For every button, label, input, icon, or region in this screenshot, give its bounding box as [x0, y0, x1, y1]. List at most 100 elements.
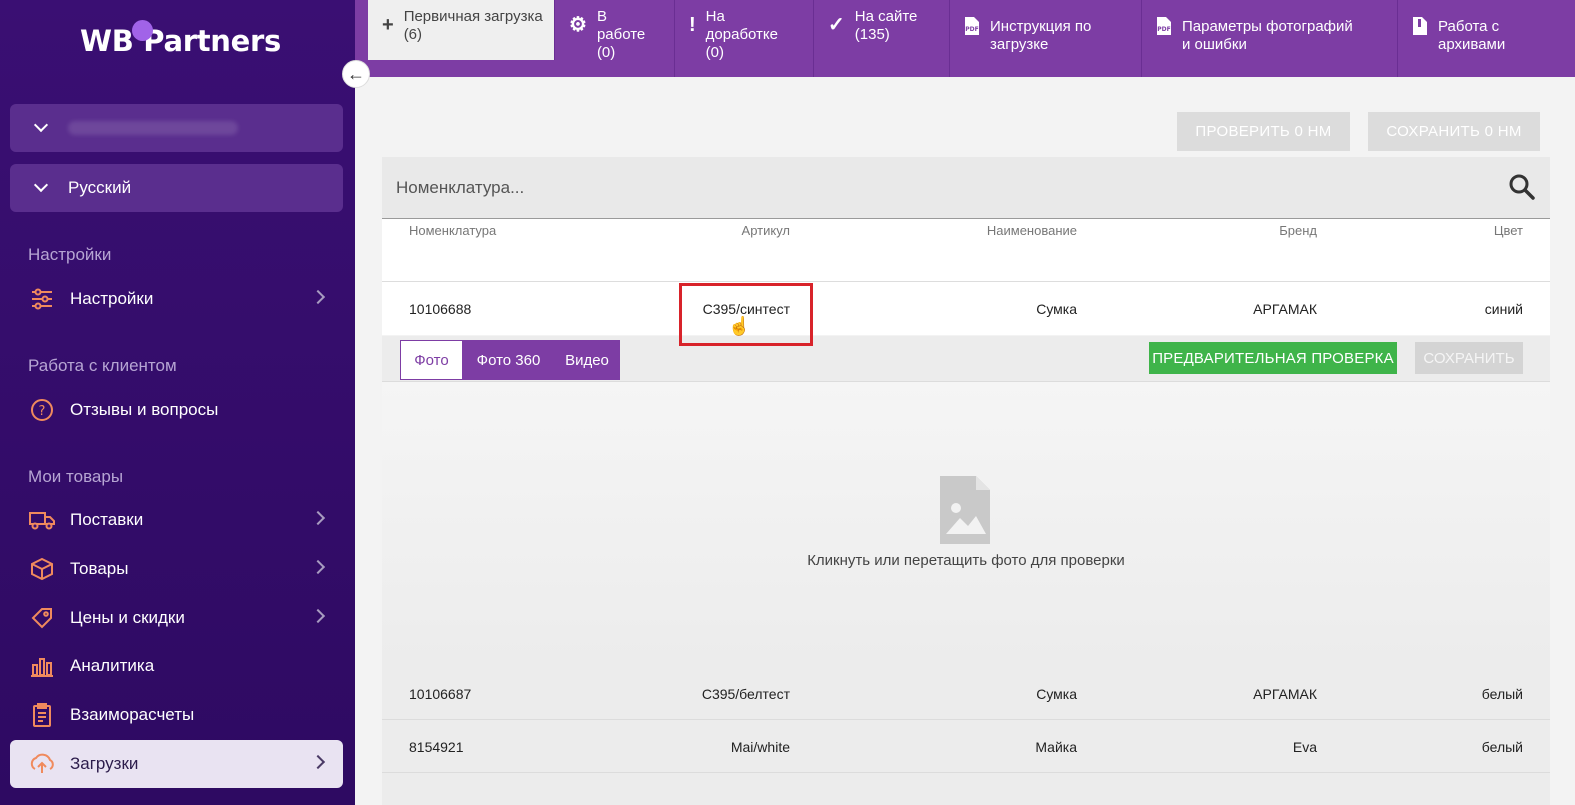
- collapse-sidebar-button[interactable]: ←: [342, 60, 370, 88]
- sidebar-item-uploads[interactable]: Загрузки: [10, 740, 343, 788]
- tab-video[interactable]: Видео: [554, 340, 620, 380]
- cell-article: Mai/white: [730, 739, 790, 755]
- svg-text:?: ?: [39, 404, 46, 419]
- arrow-left-icon: ←: [347, 63, 365, 84]
- account-name-blurred: [68, 121, 238, 135]
- table-row-partial: [382, 773, 1550, 805]
- archive-icon: [1412, 16, 1428, 39]
- sidebar-item-label: Загрузки: [70, 754, 139, 773]
- exclamation-icon: !: [689, 14, 696, 36]
- header-color[interactable]: Цвет: [1494, 223, 1523, 238]
- cell-nomenclature: 8154921: [409, 739, 464, 755]
- tab-label: На сайте (135): [854, 8, 918, 43]
- tab-photo[interactable]: Фото: [400, 340, 463, 380]
- tab-primary-upload[interactable]: + Первичная загрузка (6): [368, 0, 555, 60]
- tab-upload-instructions[interactable]: PDF Инструкция по загрузке: [950, 0, 1142, 77]
- section-title-clients: Работа с клиентом: [28, 356, 177, 375]
- table-row[interactable]: 10106687 С395/белтест Сумка АРГАМАК белы…: [382, 667, 1550, 720]
- logo-dot: [132, 20, 153, 41]
- chevron-right-icon: [310, 289, 326, 305]
- sidebar-item-goods[interactable]: Товары: [10, 545, 343, 593]
- table-row[interactable]: 10106688 С395/синтест Сумка АРГАМАК сини…: [382, 282, 1550, 335]
- svg-text:PDF: PDF: [1157, 26, 1170, 33]
- tab-label: Инструкция по загрузке: [990, 18, 1092, 53]
- logo: WB Partners: [80, 24, 281, 58]
- language-select[interactable]: Русский: [10, 164, 343, 212]
- sidebar: WB Partners Русский Настройки Настройки …: [0, 0, 355, 805]
- precheck-button[interactable]: ПРЕДВАРИТЕЛЬНАЯ ПРОВЕРКА: [1149, 342, 1397, 374]
- save-button[interactable]: СОХРАНИТЬ: [1415, 342, 1523, 374]
- sidebar-item-prices[interactable]: Цены и скидки: [10, 594, 343, 642]
- sidebar-item-label: Товары: [70, 559, 129, 578]
- header-nomenclature[interactable]: Номенклатура: [409, 223, 496, 238]
- cell-nomenclature: 10106688: [409, 301, 472, 317]
- hand-cursor-icon: ☝: [728, 316, 751, 336]
- tab-on-site[interactable]: ✓ На сайте (135): [814, 0, 950, 77]
- sidebar-item-label: Настройки: [70, 289, 154, 308]
- pdf-icon: PDF: [964, 16, 980, 39]
- table-header: Номенклатура Артикул Наименование Бренд …: [382, 219, 1550, 282]
- chevron-right-icon: [310, 754, 326, 770]
- svg-text:PDF: PDF: [965, 26, 978, 33]
- sidebar-item-label: Цены и скидки: [70, 608, 185, 627]
- chevron-right-icon: [310, 559, 326, 575]
- sidebar-item-settlements[interactable]: Взаиморасчеты: [10, 691, 343, 739]
- check-icon: ✓: [828, 14, 845, 36]
- pdf-icon: PDF: [1156, 16, 1172, 39]
- question-icon: ?: [28, 397, 56, 423]
- search-bar: [382, 157, 1550, 219]
- upload-icon: [28, 751, 56, 777]
- plus-icon: +: [382, 14, 394, 36]
- chart-icon: [28, 653, 56, 679]
- truck-icon: [28, 507, 56, 533]
- sidebar-item-label: Взаиморасчеты: [70, 705, 195, 724]
- sidebar-item-reviews[interactable]: ? Отзывы и вопросы: [10, 386, 343, 434]
- header-brand[interactable]: Бренд: [1279, 223, 1317, 238]
- clipboard-icon: [28, 702, 56, 728]
- chevron-down-icon: [33, 117, 49, 133]
- tab-label: Работа с архивами: [1438, 18, 1506, 53]
- header-name[interactable]: Наименование: [987, 223, 1077, 238]
- sidebar-item-label: Отзывы и вопросы: [70, 400, 219, 419]
- sliders-icon: [28, 286, 56, 312]
- tab-label: На доработке (0): [705, 8, 778, 61]
- cell-color: синий: [1484, 301, 1523, 317]
- tab-needs-rework[interactable]: ! На доработке (0): [675, 0, 814, 77]
- cell-brand: АРГАМАК: [1253, 301, 1317, 317]
- search-icon[interactable]: [1508, 173, 1536, 201]
- save-nm-button[interactable]: СОХРАНИТЬ 0 НМ: [1368, 112, 1540, 151]
- sidebar-item-label: Аналитика: [70, 656, 155, 675]
- tab-label: В работе (0): [596, 8, 646, 61]
- tag-icon: [28, 605, 56, 631]
- cell-name: Майка: [1035, 739, 1077, 755]
- tab-archives[interactable]: Работа с архивами: [1398, 0, 1555, 77]
- tab-label: Параметры фотографий и ошибки: [1182, 18, 1353, 53]
- table-row[interactable]: 8154921 Mai/white Майка Eva белый: [382, 720, 1550, 773]
- box-icon: [28, 556, 56, 582]
- cell-color: белый: [1481, 739, 1523, 755]
- cell-brand: АРГАМАК: [1253, 686, 1317, 702]
- tab-in-progress[interactable]: ⚙ В работе (0): [555, 0, 675, 77]
- cell-article: С395/белтест: [701, 686, 790, 702]
- section-title-products: Мои товары: [28, 467, 124, 486]
- search-input[interactable]: [396, 177, 1396, 198]
- check-nm-button[interactable]: ПРОВЕРИТЬ 0 НМ: [1177, 112, 1350, 151]
- sidebar-item-analytics[interactable]: Аналитика: [10, 642, 343, 690]
- tab-photo-360[interactable]: Фото 360: [463, 340, 554, 380]
- chevron-right-icon: [310, 510, 326, 526]
- tab-photo-params[interactable]: PDF Параметры фотографий и ошибки: [1142, 0, 1398, 77]
- chevron-down-icon: [33, 177, 49, 193]
- header-article[interactable]: Артикул: [742, 223, 790, 238]
- tab-label: Первичная загрузка (6): [403, 8, 543, 43]
- photo-dropzone[interactable]: Кликнуть или перетащить фото для проверк…: [382, 382, 1550, 667]
- cell-nomenclature: 10106687: [409, 686, 472, 702]
- cell-name: Сумка: [1036, 686, 1077, 702]
- account-select[interactable]: [10, 104, 343, 152]
- media-toolbar: Фото Фото 360 Видео ПРЕДВАРИТЕЛЬНАЯ ПРОВ…: [382, 336, 1550, 382]
- top-tabs: + Первичная загрузка (6) ⚙ В работе (0) …: [355, 0, 1575, 77]
- section-title-settings: Настройки: [28, 245, 112, 264]
- cell-name: Сумка: [1036, 301, 1077, 317]
- sidebar-item-supplies[interactable]: Поставки: [10, 496, 343, 544]
- cell-brand: Eva: [1292, 739, 1317, 755]
- sidebar-item-settings[interactable]: Настройки: [10, 275, 343, 323]
